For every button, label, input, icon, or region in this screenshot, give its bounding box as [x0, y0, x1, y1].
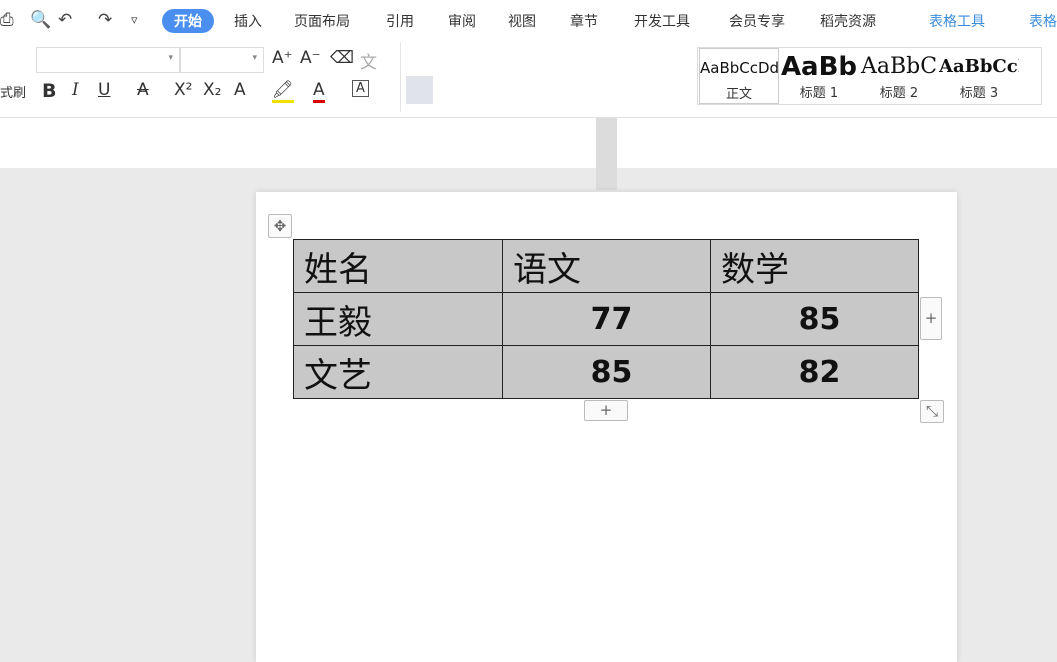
- style-heading-1[interactable]: AaBb 标题 1: [779, 48, 859, 104]
- style-normal[interactable]: AaBbCcDd 正文: [699, 48, 779, 104]
- redo-icon[interactable]: ↷: [98, 10, 112, 30]
- menu-bar: ⎙ 🔍 ↶ ↷ ▿ 开始 插入 页面布局 引用 审阅 视图 章节 开发工具 会员…: [0, 0, 1057, 42]
- style-gallery: AaBbCcDd 正文 AaBb 标题 1 AaBbC 标题 2 AaBbCcI 标题 …: [697, 47, 1042, 105]
- add-column-button[interactable]: +: [920, 297, 942, 340]
- shrink-font-icon[interactable]: A⁻: [300, 48, 321, 68]
- font-color-icon[interactable]: A: [313, 80, 325, 103]
- tab-page-layout[interactable]: 页面布局: [294, 11, 350, 31]
- math-score-cell[interactable]: 82: [710, 345, 919, 399]
- undo-icon[interactable]: ↶: [58, 10, 72, 30]
- chinese-score-cell[interactable]: 85: [502, 345, 711, 399]
- divider: [400, 42, 401, 112]
- chinese-score-cell[interactable]: 77: [502, 292, 711, 346]
- grow-font-icon[interactable]: A⁺: [272, 48, 293, 68]
- subscript-button[interactable]: X₂: [203, 80, 221, 100]
- tab-table-style[interactable]: 表格: [1029, 11, 1057, 31]
- style-heading-2[interactable]: AaBbC 标题 2: [859, 48, 939, 104]
- customize-icon[interactable]: ▿: [131, 13, 138, 28]
- table-header-row: 姓名 语文 数学: [293, 239, 919, 293]
- tab-docer[interactable]: 稻壳资源: [820, 11, 876, 31]
- char-border-icon[interactable]: A: [352, 80, 369, 97]
- previous-page-bottom: [0, 118, 1057, 168]
- font-name-select[interactable]: ▾: [36, 47, 180, 73]
- strikethrough-button[interactable]: A: [137, 80, 149, 100]
- math-score-cell[interactable]: 85: [710, 292, 919, 346]
- ribbon: 式刷 ▾ ▾ A⁺ A⁻ ⌫ 文 B I U A X² X₂ A 🖍 A A A…: [0, 42, 1057, 118]
- table-row: 文艺 85 82: [293, 345, 919, 399]
- tab-review[interactable]: 审阅: [448, 11, 476, 31]
- print-preview-icon[interactable]: 🔍: [30, 10, 51, 30]
- header-cell[interactable]: 语文: [502, 239, 711, 293]
- tab-developer[interactable]: 开发工具: [634, 11, 690, 31]
- name-cell[interactable]: 王毅: [293, 292, 503, 346]
- header-cell[interactable]: 姓名: [293, 239, 503, 293]
- tab-member[interactable]: 会员专享: [729, 11, 785, 31]
- header-cell[interactable]: 数学: [710, 239, 919, 293]
- align-left-button[interactable]: [406, 76, 433, 104]
- font-size-select[interactable]: ▾: [180, 47, 264, 73]
- table-resize-icon[interactable]: ⤡: [920, 400, 944, 423]
- print-icon[interactable]: ⎙: [0, 10, 14, 30]
- tab-view[interactable]: 视图: [508, 11, 536, 31]
- add-row-button[interactable]: +: [584, 400, 628, 421]
- italic-button[interactable]: I: [72, 80, 79, 100]
- underline-button[interactable]: U: [98, 80, 110, 100]
- format-painter-button[interactable]: 式刷: [0, 82, 26, 101]
- tab-references[interactable]: 引用: [386, 11, 414, 31]
- tab-home[interactable]: 开始: [162, 9, 214, 33]
- name-cell[interactable]: 文艺: [293, 345, 503, 399]
- table-move-handle-icon[interactable]: ✥: [268, 214, 292, 238]
- tab-chapter[interactable]: 章节: [570, 11, 598, 31]
- text-effect-button[interactable]: A: [234, 80, 246, 100]
- highlight-icon[interactable]: 🖍: [272, 80, 294, 103]
- page-gap: [596, 118, 617, 190]
- pinyin-icon[interactable]: 文: [360, 48, 377, 73]
- superscript-button[interactable]: X²: [174, 80, 192, 100]
- style-heading-3[interactable]: AaBbCcI 标题 3: [939, 48, 1019, 104]
- clear-format-icon[interactable]: ⌫: [330, 48, 354, 68]
- bold-button[interactable]: B: [42, 80, 56, 102]
- table-row: 王毅 77 85: [293, 292, 919, 346]
- score-table: 姓名 语文 数学 王毅 77 85 文艺 85 82: [293, 239, 919, 399]
- tab-insert[interactable]: 插入: [234, 11, 262, 31]
- tab-table-tools[interactable]: 表格工具: [929, 11, 985, 31]
